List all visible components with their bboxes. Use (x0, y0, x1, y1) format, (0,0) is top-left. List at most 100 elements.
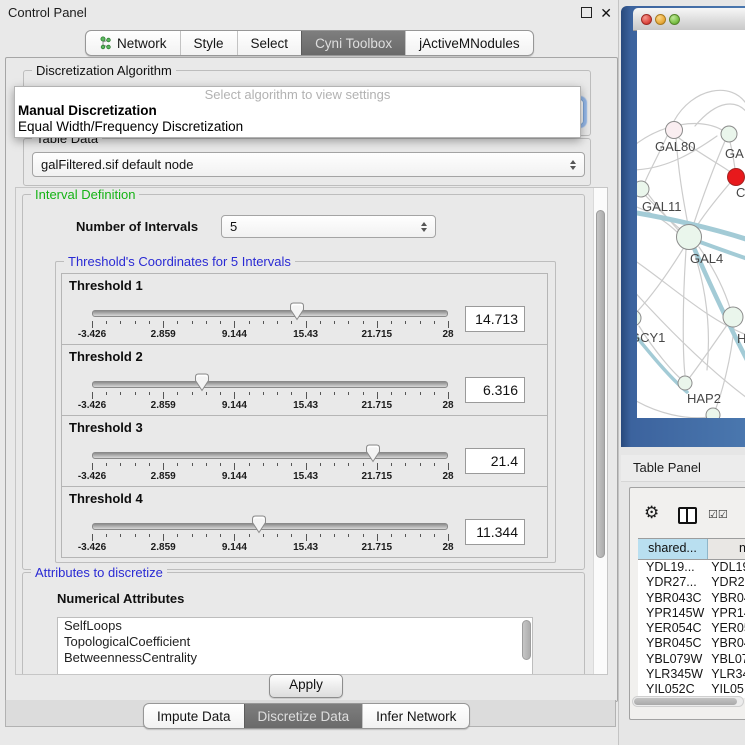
tick-mark (334, 392, 335, 395)
tick-mark (163, 321, 164, 328)
tab-network[interactable]: Network (86, 31, 180, 55)
control-panel-titlebar: Control Panel ✕ (0, 0, 618, 26)
network-node-h[interactable] (723, 307, 743, 327)
table-row[interactable]: YBR043CYBR04 (638, 591, 745, 606)
gear-icon[interactable]: ⚙ (644, 504, 659, 521)
table-horizontal-scrollbar[interactable] (632, 696, 744, 707)
tick-mark (263, 534, 264, 537)
table-data-combobox[interactable]: galFiltered.sif default node (32, 152, 585, 177)
tick-mark (448, 463, 449, 470)
column-layout-icon[interactable] (678, 507, 697, 524)
table-row[interactable]: YER054CYER05 (638, 621, 745, 636)
slider-thumb[interactable] (251, 515, 267, 534)
settings-scrollbar-track[interactable] (593, 188, 607, 674)
tab-jactivemnodules[interactable]: jActiveMNodules (405, 31, 533, 55)
tick-mark (420, 463, 421, 466)
network-node[interactable] (706, 408, 720, 418)
numerical-attributes-list[interactable]: SelfLoopsTopologicalCoefficientBetweenne… (57, 617, 533, 675)
minimize-traffic-light-icon[interactable] (655, 14, 666, 25)
algorithm-dropdown-popup: Select algorithm to view settings Manual… (14, 86, 581, 138)
tick-mark (320, 392, 321, 395)
network-edge[interactable] (693, 141, 725, 226)
attribute-item-selfloops[interactable]: SelfLoops (58, 618, 532, 634)
tab-infer-network[interactable]: Infer Network (362, 704, 469, 728)
tick-mark (291, 534, 292, 537)
tick-mark (434, 534, 435, 537)
network-edge[interactable] (695, 104, 745, 126)
network-node-gal11[interactable] (637, 181, 649, 197)
tick-mark (234, 534, 235, 541)
threshold-value-field[interactable]: 11.344 (465, 519, 525, 545)
number-of-intervals-combobox[interactable]: 5 (221, 215, 436, 238)
column-header-name[interactable]: na (708, 539, 745, 559)
slider-ticks (92, 534, 448, 542)
threshold-slider-3[interactable]: -3.4262.8599.14415.4321.71528 (92, 442, 448, 486)
table-row[interactable]: YLR345WYLR34 (638, 667, 745, 682)
tick-mark (405, 534, 406, 537)
float-window-icon[interactable] (581, 7, 592, 18)
apply-button[interactable]: Apply (269, 674, 343, 698)
slider-thumb[interactable] (365, 444, 381, 463)
select-columns-checkboxes-icon[interactable]: ☑☑ (708, 508, 728, 521)
column-header-shared-name[interactable]: shared... (638, 539, 708, 559)
table-row[interactable]: YBR045CYBR04 (638, 636, 745, 651)
interval-definition-group: Interval Definition Number of Intervals … (22, 194, 585, 570)
algorithm-option-manual-discretization[interactable]: Manual Discretization (15, 103, 580, 119)
network-icon (99, 36, 112, 50)
tick-mark (434, 392, 435, 395)
tick-mark (291, 392, 292, 395)
settings-scrollbar-thumb[interactable] (596, 210, 605, 558)
table-horizontal-scrollbar-thumb[interactable] (634, 698, 737, 705)
network-edge[interactable] (683, 250, 686, 375)
network-canvas[interactable]: GAL80GACGAL11GAL4GCY1HHAP2 (637, 30, 745, 418)
slider-track[interactable] (92, 381, 448, 388)
threshold-slider-4[interactable]: -3.4262.8599.14415.4321.71528 (92, 513, 448, 557)
tab-select[interactable]: Select (237, 31, 302, 55)
table-row[interactable]: YDR27...YDR27 (638, 575, 745, 590)
slider-track[interactable] (92, 452, 448, 459)
combo-arrows-icon (564, 160, 576, 170)
algorithm-option-equal-width-frequency-discretization[interactable]: Equal Width/Frequency Discretization (15, 119, 580, 135)
table-row[interactable]: YBL079WYBL07 (638, 652, 745, 667)
threshold-slider-2[interactable]: -3.4262.8599.14415.4321.71528 (92, 371, 448, 415)
table-data-group: Table Data galFiltered.sif default node (23, 138, 591, 186)
attribute-list-scrollbar[interactable] (522, 620, 531, 660)
slider-thumb[interactable] (289, 302, 305, 321)
threshold-slider-1[interactable]: -3.4262.8599.14415.4321.71528 (92, 300, 448, 344)
close-window-icon[interactable]: ✕ (600, 5, 612, 22)
tick-mark (249, 392, 250, 395)
network-node-gal80[interactable] (666, 122, 683, 139)
slider-track[interactable] (92, 523, 448, 530)
network-edge[interactable] (637, 249, 683, 318)
table-row[interactable]: YDL19...YDL19 (638, 560, 745, 575)
threshold-panel-1: Threshold 1-3.4262.8599.14415.4321.71528… (61, 273, 548, 345)
network-edge[interactable] (674, 90, 745, 121)
attribute-item-betweennesscentrality[interactable]: BetweennessCentrality (58, 650, 532, 666)
tab-cyni-toolbox[interactable]: Cyni Toolbox (301, 31, 405, 55)
network-node-label: GAL11 (642, 199, 682, 214)
zoom-traffic-light-icon[interactable] (669, 14, 680, 25)
network-node-gal4[interactable] (677, 225, 702, 250)
tab-style[interactable]: Style (180, 31, 237, 55)
network-node-ga[interactable] (721, 126, 737, 142)
network-node-gcy1[interactable] (637, 310, 641, 326)
tab-impute-data[interactable]: Impute Data (144, 704, 244, 728)
attribute-item-topologicalcoefficient[interactable]: TopologicalCoefficient (58, 634, 532, 650)
thresholds-group: Threshold's Coordinates for 5 Intervals … (55, 261, 556, 563)
threshold-value-field[interactable]: 14.713 (465, 306, 525, 332)
network-window[interactable]: GAL80GACGAL11GAL4GCY1HHAP2 (621, 6, 745, 447)
slider-track[interactable] (92, 310, 448, 317)
close-traffic-light-icon[interactable] (641, 14, 652, 25)
tab-discretize-data[interactable]: Discretize Data (244, 704, 363, 728)
network-node-c[interactable] (728, 169, 745, 186)
tick-label: 2.859 (151, 471, 176, 482)
slider-thumb[interactable] (194, 373, 210, 392)
table-panel-toolbar: ⚙ ☑☑ (630, 488, 745, 538)
network-node-hap2[interactable] (678, 376, 692, 390)
slider-tick-labels: -3.4262.8599.14415.4321.71528 (92, 400, 448, 412)
threshold-value-field[interactable]: 21.4 (465, 448, 525, 474)
table-row[interactable]: YPR145WYPR14 (638, 606, 745, 621)
threshold-value-field[interactable]: 6.316 (465, 377, 525, 403)
tick-mark (106, 463, 107, 466)
network-window-titlebar[interactable] (633, 8, 745, 31)
